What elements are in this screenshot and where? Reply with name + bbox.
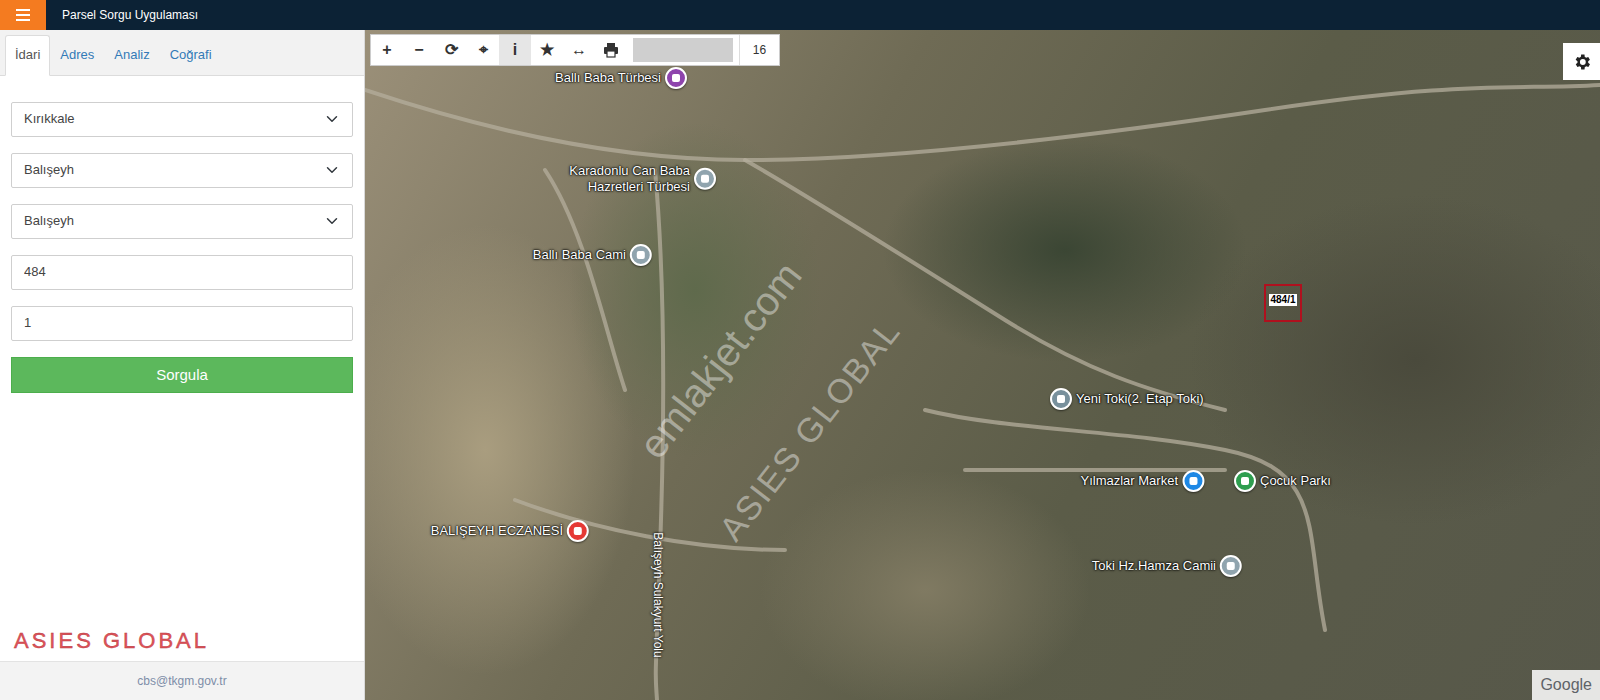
logo: ASIES GLOBAL <box>0 616 364 661</box>
zoom-in-button[interactable]: + <box>371 35 403 65</box>
map-pin[interactable]: Karadonlu Can Baba Hazretleri Türbesi <box>540 163 716 196</box>
map-toolbar: +−⟳⌖i★↔ 16 <box>370 34 780 66</box>
pin-icon[interactable] <box>1050 388 1072 410</box>
parsel-input[interactable] <box>11 306 353 341</box>
ilce-select[interactable]: Balışeyh <box>11 153 353 188</box>
pin-label: Ballı Baba Türbesi <box>555 70 661 86</box>
roads <box>365 30 1600 700</box>
pin-icon[interactable] <box>1234 470 1256 492</box>
pin-icon[interactable] <box>694 168 716 190</box>
map[interactable]: +−⟳⌖i★↔16 Balışeyh Sulakyurt Yolu 484/1 … <box>365 30 1600 700</box>
parcel-outline[interactable]: 484/1 <box>1264 284 1302 322</box>
tab[interactable]: İdari <box>5 35 50 76</box>
tab[interactable]: Coğrafi <box>160 35 222 76</box>
query-form: Kırıkkale Balışeyh Balışeyh Sorgula <box>0 76 364 394</box>
pin-label: Yeni Toki(2. Etap Toki) <box>1076 391 1204 407</box>
parcel-label: 484/1 <box>1269 294 1296 306</box>
footer-email: cbs@tkgm.gov.tr <box>0 661 364 700</box>
pin-label: Yılmazlar Market <box>1080 473 1178 489</box>
map-attribution: Google <box>1532 670 1600 700</box>
pin-icon[interactable] <box>630 244 652 266</box>
watermark: emlakjet.com <box>624 249 816 472</box>
search-field[interactable] <box>633 38 733 62</box>
app-title: Parsel Sorgu Uygulaması <box>46 6 198 24</box>
refresh-button[interactable]: ⟳ <box>435 35 467 65</box>
map-pin[interactable]: Toki Hz.Hamza Camii <box>1092 555 1242 577</box>
map-pin[interactable]: Ballı Baba Cami <box>533 244 652 266</box>
zoom-out-button[interactable]: − <box>403 35 435 65</box>
tab[interactable]: Analiz <box>104 35 159 76</box>
query-button[interactable]: Sorgula <box>11 357 353 394</box>
map-pin[interactable]: Ballı Baba Türbesi <box>555 67 687 89</box>
locate-button[interactable]: ⌖ <box>467 35 499 65</box>
map-pin[interactable]: Çocuk Parkı <box>1234 470 1331 492</box>
pin-label: Çocuk Parkı <box>1260 473 1331 489</box>
menu-icon[interactable] <box>0 0 46 30</box>
measure-button[interactable]: ↔ <box>563 35 595 65</box>
map-pin[interactable]: BALIŞEYH ECZANESİ <box>431 520 589 542</box>
tab-item: Adres <box>50 35 104 75</box>
printer-icon[interactable] <box>595 35 627 65</box>
il-select[interactable]: Kırıkkale <box>11 102 353 137</box>
top-bar: Parsel Sorgu Uygulaması <box>0 0 1600 30</box>
pin-label: Toki Hz.Hamza Camii <box>1092 558 1216 574</box>
pin-label: Ballı Baba Cami <box>533 247 626 263</box>
tab-item: İdari <box>5 35 50 75</box>
ada-input[interactable] <box>11 255 353 290</box>
map-pin[interactable]: Yeni Toki(2. Etap Toki) <box>1050 388 1204 410</box>
pin-icon[interactable] <box>1220 555 1242 577</box>
pin-icon[interactable] <box>567 520 589 542</box>
tab-item: Coğrafi <box>160 35 222 75</box>
sidebar: İdariAdresAnalizCoğrafi Kırıkkale Balışe… <box>0 30 365 700</box>
map-pin[interactable]: Yılmazlar Market <box>1080 470 1204 492</box>
tab-bar: İdariAdresAnalizCoğrafi <box>5 35 359 75</box>
gear-icon[interactable] <box>1563 43 1600 80</box>
info-button[interactable]: i <box>499 35 531 65</box>
mahalle-select[interactable]: Balışeyh <box>11 204 353 239</box>
watermark: ASIES GLOBAL <box>707 308 913 552</box>
pin-label: BALIŞEYH ECZANESİ <box>431 523 563 539</box>
tab[interactable]: Adres <box>50 35 104 76</box>
favorite-button[interactable]: ★ <box>531 35 563 65</box>
pin-icon[interactable] <box>665 67 687 89</box>
zoom-level: 16 <box>739 35 779 65</box>
pin-label: Karadonlu Can Baba Hazretleri Türbesi <box>540 163 690 196</box>
road-label: Balışeyh Sulakyurt Yolu <box>649 532 667 657</box>
pin-icon[interactable] <box>1182 470 1204 492</box>
tab-item: Analiz <box>104 35 159 75</box>
